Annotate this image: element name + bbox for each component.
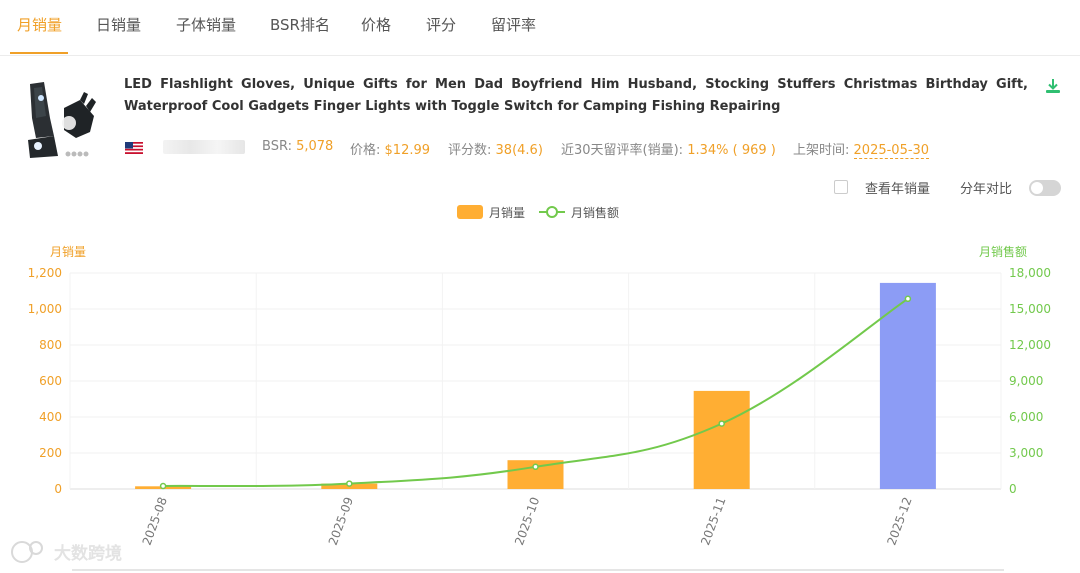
point-monthly-revenue[interactable]	[532, 463, 539, 471]
price-value: $12.99	[384, 143, 431, 158]
toggle-knob	[1031, 182, 1043, 194]
price-info: 价格: $12.99	[350, 143, 431, 158]
legend-swatch-monthly-sales[interactable]	[457, 205, 483, 219]
y-right-tick-label: 3,000	[1009, 446, 1043, 460]
y-left-tick-label: 200	[39, 446, 62, 460]
y-right-tick-label: 12,000	[1009, 338, 1051, 352]
y-left-axis-title: 月销量	[50, 245, 86, 259]
bar-monthly-sales[interactable]	[693, 390, 750, 489]
brand-watermark-logo: 大数跨境	[11, 541, 122, 564]
legend-label-monthly-revenue[interactable]: 月销售额	[571, 205, 619, 220]
download-icon[interactable]	[1045, 78, 1061, 94]
sales-chart: 0 200 400 600 800 1,000 1,200 0 3,000 6,000 9,000 1…	[28, 205, 1051, 547]
scrollbar-track[interactable]	[72, 569, 1004, 571]
year-sales-checkbox[interactable]	[834, 180, 848, 194]
y-left-tick-label: 0	[54, 482, 62, 496]
point-monthly-revenue[interactable]	[159, 482, 167, 490]
bsr-info: BSR: 5,078	[262, 139, 334, 154]
y-right-tick-label: 15,000	[1009, 302, 1051, 316]
y-right-tick-label: 9,000	[1009, 374, 1043, 388]
y-right-tick-label: 0	[1009, 482, 1017, 496]
y-left-tick-label: 800	[39, 338, 62, 352]
seller-name-redacted	[163, 140, 245, 154]
svg-text:大数跨境: 大数跨境	[54, 543, 122, 564]
point-monthly-revenue[interactable]	[904, 295, 912, 303]
product-thumbnail[interactable]	[24, 78, 98, 162]
x-tick-label: 2025-11	[698, 495, 728, 547]
tab-rating[interactable]: 评分	[426, 14, 456, 35]
us-flag-icon	[125, 142, 143, 154]
listing-date-value[interactable]: 2025-05-30	[853, 143, 930, 159]
x-tick-label: 2025-12	[884, 495, 914, 547]
tab-bsr-rank[interactable]: BSR排名	[270, 14, 330, 35]
y-left-tick-label: 1,000	[28, 302, 62, 316]
rating-info: 评分数: 38(4.6)	[448, 143, 543, 158]
bsr-value: 5,078	[296, 139, 334, 154]
tab-variant-sales[interactable]: 子体销量	[176, 14, 236, 35]
y-left-tick-label: 600	[39, 374, 62, 388]
review-rate-info: 近30天留评率(销量): 1.34% ( 969 )	[561, 143, 776, 158]
y-right-tick-label: 6,000	[1009, 410, 1043, 424]
point-monthly-revenue[interactable]	[346, 480, 353, 487]
tab-daily-sales[interactable]: 日销量	[96, 14, 141, 35]
y-right-axis-title: 月销售额	[979, 244, 1027, 259]
active-tab-indicator	[10, 52, 68, 54]
y-left-tick-label: 400	[39, 410, 62, 424]
tab-bar: 月销量 日销量 子体销量 BSR排名 价格 评分 留评率	[0, 0, 1080, 56]
x-tick-label: 2025-09	[326, 495, 356, 547]
tab-review-rate[interactable]: 留评率	[491, 14, 536, 35]
year-compare-toggle[interactable]	[1029, 180, 1061, 196]
tab-price[interactable]: 价格	[361, 14, 391, 35]
rating-value: 38(4.6)	[495, 143, 543, 158]
y-right-tick-label: 18,000	[1009, 266, 1051, 280]
x-tick-label: 2025-10	[512, 495, 542, 547]
line-monthly-revenue	[163, 297, 909, 488]
legend-label-monthly-sales[interactable]: 月销量	[489, 206, 525, 220]
y-left-tick-label: 1,200	[28, 266, 62, 280]
legend-marker-monthly-revenue[interactable]	[546, 206, 558, 218]
product-title[interactable]: LED Flashlight Gloves, Unique Gifts for …	[124, 74, 1028, 118]
review-rate-value: 1.34% ( 969 )	[687, 143, 776, 158]
point-monthly-revenue[interactable]	[718, 420, 725, 427]
tab-monthly-sales[interactable]: 月销量	[17, 14, 62, 35]
listing-date-info: 上架时间: 2025-05-30	[793, 143, 930, 159]
